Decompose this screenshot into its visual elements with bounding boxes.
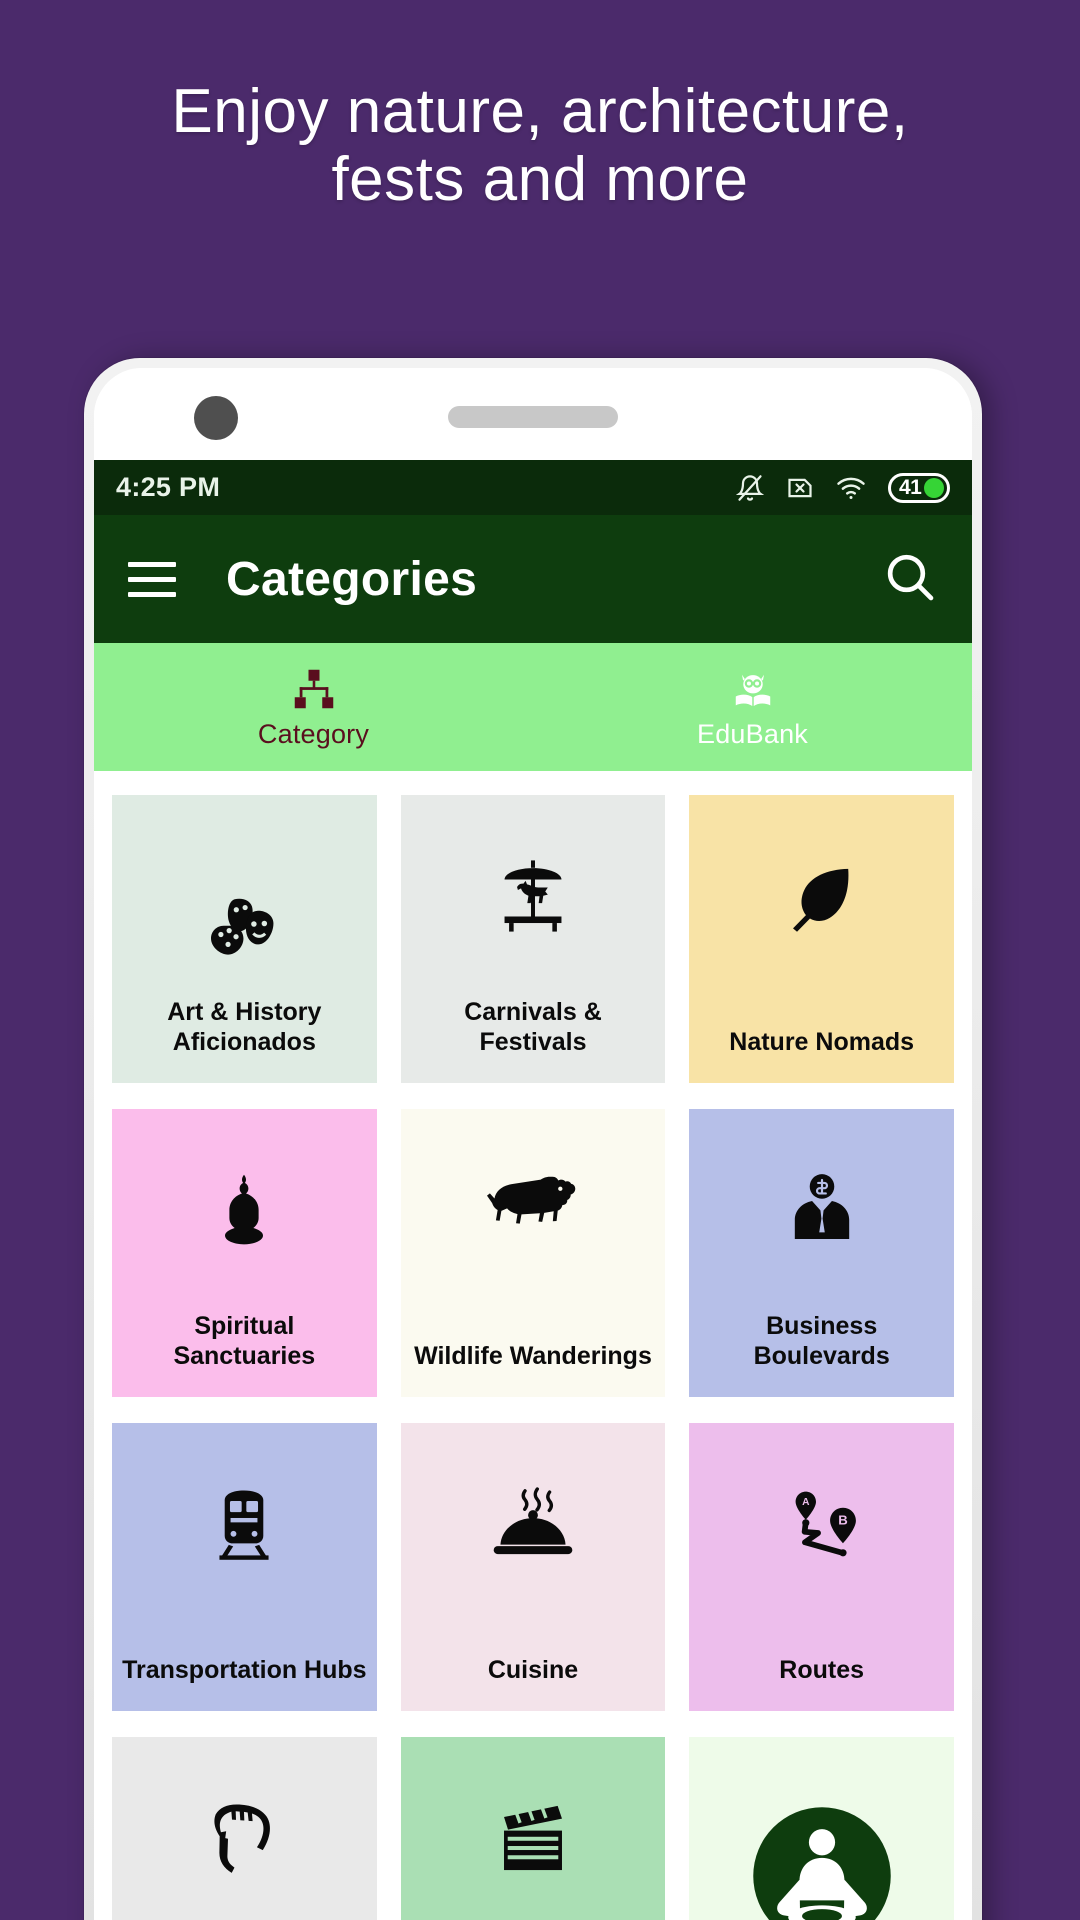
tab-label: EduBank xyxy=(697,718,808,749)
wifi-icon xyxy=(836,475,866,501)
category-label: Art & History Aficionados xyxy=(167,998,322,1056)
promo-line-1: Enjoy nature, architecture, xyxy=(171,77,909,146)
phone-top-bezel xyxy=(94,368,972,460)
battery-fill xyxy=(924,477,944,498)
sitemap-icon xyxy=(290,665,338,713)
category-card-art-history[interactable]: Art & History Aficionados xyxy=(112,795,377,1083)
svg-text:A: A xyxy=(802,1497,810,1508)
category-card-transportation[interactable]: Transportation Hubs xyxy=(112,1423,377,1711)
promo-headline: Enjoy nature, architecture, fests and mo… xyxy=(0,77,1080,215)
theater-masks-palette-icon xyxy=(120,859,369,998)
category-grid: Art & History Aficionados Carnivals & Fe… xyxy=(94,771,972,1920)
category-card-routes[interactable]: A B Routes xyxy=(689,1423,954,1711)
tab-category[interactable]: Category xyxy=(94,643,533,771)
hamburger-menu-icon[interactable] xyxy=(128,561,176,597)
category-card-nature-nomads[interactable]: Nature Nomads xyxy=(689,795,954,1083)
status-bar: 4:25 PM 41 xyxy=(94,460,972,515)
category-label: Business Boulevards xyxy=(753,1312,890,1370)
sim-card-error-icon xyxy=(786,474,814,502)
businessman-dollar-icon xyxy=(794,1174,849,1240)
food-cloche-icon xyxy=(493,1487,573,1555)
page-title: Categories xyxy=(226,552,478,606)
bell-muted-icon xyxy=(736,473,764,503)
yoga-meditation-icon xyxy=(752,1807,891,1920)
category-card-clapperboard[interactable] xyxy=(400,1737,666,1920)
hamburger-bar xyxy=(128,576,176,582)
clapperboard-icon xyxy=(504,1805,562,1871)
hamburger-bar xyxy=(128,591,176,597)
category-label: Wildlife Wanderings xyxy=(414,1341,652,1370)
route-ab-icon: A B xyxy=(795,1491,856,1557)
carousel-icon xyxy=(504,860,562,932)
hamburger-bar xyxy=(128,561,176,567)
category-label: Carnivals & Festivals xyxy=(464,998,602,1056)
tab-edubank[interactable]: EduBank xyxy=(533,643,972,771)
category-label: Nature Nomads xyxy=(729,1027,915,1056)
earpiece-speaker xyxy=(448,406,618,428)
leaf-icon xyxy=(792,868,849,932)
app-screen: 4:25 PM 41 Categories Category EduBank A… xyxy=(94,460,972,1920)
promo-line-2: fests and more xyxy=(331,145,749,215)
phone-screen-container: 4:25 PM 41 Categories Category EduBank A… xyxy=(94,368,972,1920)
category-label: Transportation Hubs xyxy=(122,1655,367,1684)
battery-percent-label: 41 xyxy=(899,475,922,499)
lion-icon xyxy=(486,1176,576,1224)
status-time: 4:25 PM xyxy=(116,472,221,502)
category-card-business[interactable]: Business Boulevards xyxy=(689,1109,954,1397)
category-card-yoga[interactable] xyxy=(689,1737,954,1920)
category-card-carnivals[interactable]: Carnivals & Festivals xyxy=(400,795,666,1083)
category-label: Routes xyxy=(779,1655,865,1684)
tab-label: Category xyxy=(257,718,370,749)
app-bar: Categories xyxy=(94,515,972,643)
category-card-spartan[interactable] xyxy=(112,1737,377,1920)
battery-icon: 41 xyxy=(888,472,950,503)
buddha-icon xyxy=(225,1174,264,1245)
category-card-wildlife[interactable]: Wildlife Wanderings xyxy=(400,1109,666,1397)
spartan-helmet-icon xyxy=(214,1804,271,1873)
phone-mockup: 4:25 PM 41 Categories Category EduBank A… xyxy=(84,358,982,1920)
category-card-cuisine[interactable]: Cuisine xyxy=(400,1423,666,1711)
category-label: Spiritual Sanctuaries xyxy=(173,1312,316,1370)
status-icon-group: 41 xyxy=(736,472,950,503)
owl-book-icon xyxy=(729,665,777,713)
search-icon[interactable] xyxy=(882,549,938,610)
category-label: Cuisine xyxy=(487,1655,579,1684)
category-card-spiritual[interactable]: Spiritual Sanctuaries xyxy=(112,1109,377,1397)
train-icon xyxy=(219,1490,269,1560)
tab-bar: Category EduBank xyxy=(94,643,972,771)
svg-text:B: B xyxy=(838,1513,848,1528)
front-camera-icon xyxy=(194,396,238,440)
